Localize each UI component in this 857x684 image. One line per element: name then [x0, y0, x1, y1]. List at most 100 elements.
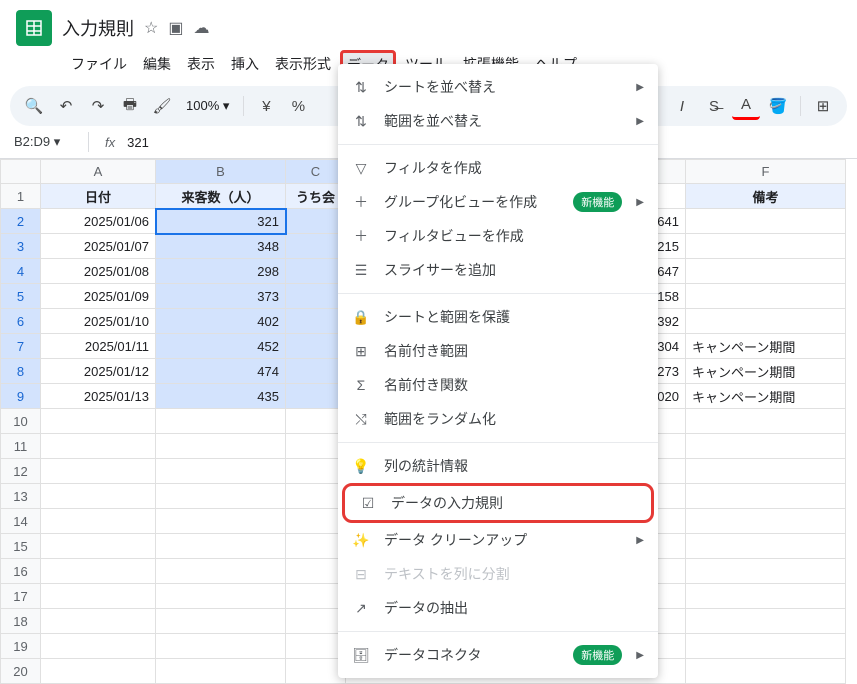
cell[interactable]: 321: [156, 209, 286, 234]
cell[interactable]: 2025/01/07: [41, 234, 156, 259]
col-header-F[interactable]: F: [686, 160, 846, 184]
row-header[interactable]: 17: [1, 584, 41, 609]
row-header[interactable]: 2: [1, 209, 41, 234]
name-box[interactable]: B2:D9 ▾: [14, 134, 84, 150]
cell[interactable]: [686, 284, 846, 309]
row-header[interactable]: 5: [1, 284, 41, 309]
cell[interactable]: 2025/01/12: [41, 359, 156, 384]
menu-protect[interactable]: 🔒シートと範囲を保護: [338, 300, 658, 334]
document-title[interactable]: 入力規則: [62, 15, 134, 41]
menu-data-cleanup[interactable]: ✨データ クリーンアップ▶: [338, 523, 658, 557]
row-header[interactable]: 20: [1, 659, 41, 684]
cell[interactable]: 474: [156, 359, 286, 384]
row-header[interactable]: 11: [1, 434, 41, 459]
cloud-icon[interactable]: ☁: [193, 18, 209, 38]
cell[interactable]: 備考: [686, 184, 846, 209]
star-icon[interactable]: ☆: [144, 18, 158, 38]
row-header[interactable]: 3: [1, 234, 41, 259]
cell[interactable]: [286, 259, 346, 284]
menu-create-filter[interactable]: ▽フィルタを作成: [338, 151, 658, 185]
cell[interactable]: [286, 309, 346, 334]
menu-edit[interactable]: 編集: [136, 50, 178, 80]
cell[interactable]: [286, 284, 346, 309]
print-icon[interactable]: 🖶: [116, 92, 144, 120]
row-header[interactable]: 12: [1, 459, 41, 484]
cell[interactable]: 2025/01/09: [41, 284, 156, 309]
cell[interactable]: 2025/01/11: [41, 334, 156, 359]
redo-icon[interactable]: ↷: [84, 92, 112, 120]
row-header[interactable]: 9: [1, 384, 41, 409]
formula-input[interactable]: 321: [127, 135, 149, 150]
menu-format[interactable]: 表示形式: [268, 50, 338, 80]
menu-data-validation[interactable]: ☑データの入力規則: [342, 483, 654, 523]
row-header[interactable]: 19: [1, 634, 41, 659]
row-header[interactable]: 1: [1, 184, 41, 209]
cell[interactable]: キャンペーン期間: [686, 359, 846, 384]
menu-add-slicer[interactable]: ☰スライサーを追加: [338, 253, 658, 287]
percent-icon[interactable]: %: [284, 92, 312, 120]
row-header[interactable]: 7: [1, 334, 41, 359]
cell[interactable]: 2025/01/13: [41, 384, 156, 409]
cell[interactable]: 298: [156, 259, 286, 284]
cell[interactable]: [286, 384, 346, 409]
currency-yen-icon[interactable]: ¥: [252, 92, 280, 120]
row-header[interactable]: 13: [1, 484, 41, 509]
col-header-B[interactable]: B: [156, 160, 286, 184]
menu-named-function[interactable]: Σ名前付き関数: [338, 368, 658, 402]
menu-insert[interactable]: 挿入: [224, 50, 266, 80]
menu-group-view[interactable]: ＋グループ化ビューを作成新機能▶: [338, 185, 658, 219]
cell[interactable]: うち会: [286, 184, 346, 209]
menu-file[interactable]: ファイル: [64, 50, 134, 80]
italic-icon[interactable]: I: [668, 92, 696, 120]
cell[interactable]: 2025/01/10: [41, 309, 156, 334]
menu-column-stats[interactable]: 💡列の統計情報: [338, 449, 658, 483]
menu-data-connector[interactable]: 🗄データコネクタ新機能▶: [338, 638, 658, 672]
cell[interactable]: 日付: [41, 184, 156, 209]
cell[interactable]: キャンペーン期間: [686, 384, 846, 409]
row-header[interactable]: 8: [1, 359, 41, 384]
row-header[interactable]: 6: [1, 309, 41, 334]
cell[interactable]: [286, 334, 346, 359]
cell[interactable]: 2025/01/06: [41, 209, 156, 234]
move-icon[interactable]: ▣: [168, 18, 183, 38]
fx-icon: fx: [105, 135, 115, 150]
fill-color-icon[interactable]: 🪣: [764, 92, 792, 120]
row-header[interactable]: 4: [1, 259, 41, 284]
cell[interactable]: [286, 234, 346, 259]
menu-view[interactable]: 表示: [180, 50, 222, 80]
row-header[interactable]: 14: [1, 509, 41, 534]
paint-format-icon[interactable]: 🖌: [148, 92, 176, 120]
menu-sort-range[interactable]: ⇅範囲を並べ替え▶: [338, 104, 658, 138]
borders-icon[interactable]: ⊞: [809, 92, 837, 120]
text-color-icon[interactable]: A: [732, 92, 760, 120]
cell[interactable]: 402: [156, 309, 286, 334]
cell[interactable]: [686, 209, 846, 234]
cell[interactable]: [686, 234, 846, 259]
cell[interactable]: [286, 359, 346, 384]
row-header[interactable]: 16: [1, 559, 41, 584]
col-header-A[interactable]: A: [41, 160, 156, 184]
cell[interactable]: [686, 309, 846, 334]
undo-icon[interactable]: ↶: [52, 92, 80, 120]
row-header[interactable]: 10: [1, 409, 41, 434]
menu-named-range[interactable]: ⊞名前付き範囲: [338, 334, 658, 368]
menu-data-extract[interactable]: ↗データの抽出: [338, 591, 658, 625]
cell[interactable]: 435: [156, 384, 286, 409]
search-icon[interactable]: 🔍: [20, 92, 48, 120]
row-header[interactable]: 15: [1, 534, 41, 559]
cell[interactable]: 373: [156, 284, 286, 309]
menu-sort-sheet[interactable]: ⇅シートを並べ替え▶: [338, 70, 658, 104]
row-header[interactable]: 18: [1, 609, 41, 634]
menu-randomize[interactable]: ⤭範囲をランダム化: [338, 402, 658, 436]
strike-icon[interactable]: S̶: [700, 92, 728, 120]
zoom-select[interactable]: 100% ▾: [180, 98, 235, 114]
cell[interactable]: キャンペーン期間: [686, 334, 846, 359]
cell[interactable]: 2025/01/08: [41, 259, 156, 284]
cell[interactable]: 来客数（人）: [156, 184, 286, 209]
cell[interactable]: [286, 209, 346, 234]
menu-filter-view[interactable]: ＋フィルタビューを作成: [338, 219, 658, 253]
cell[interactable]: [686, 259, 846, 284]
cell[interactable]: 348: [156, 234, 286, 259]
cell[interactable]: 452: [156, 334, 286, 359]
col-header-C[interactable]: C: [286, 160, 346, 184]
